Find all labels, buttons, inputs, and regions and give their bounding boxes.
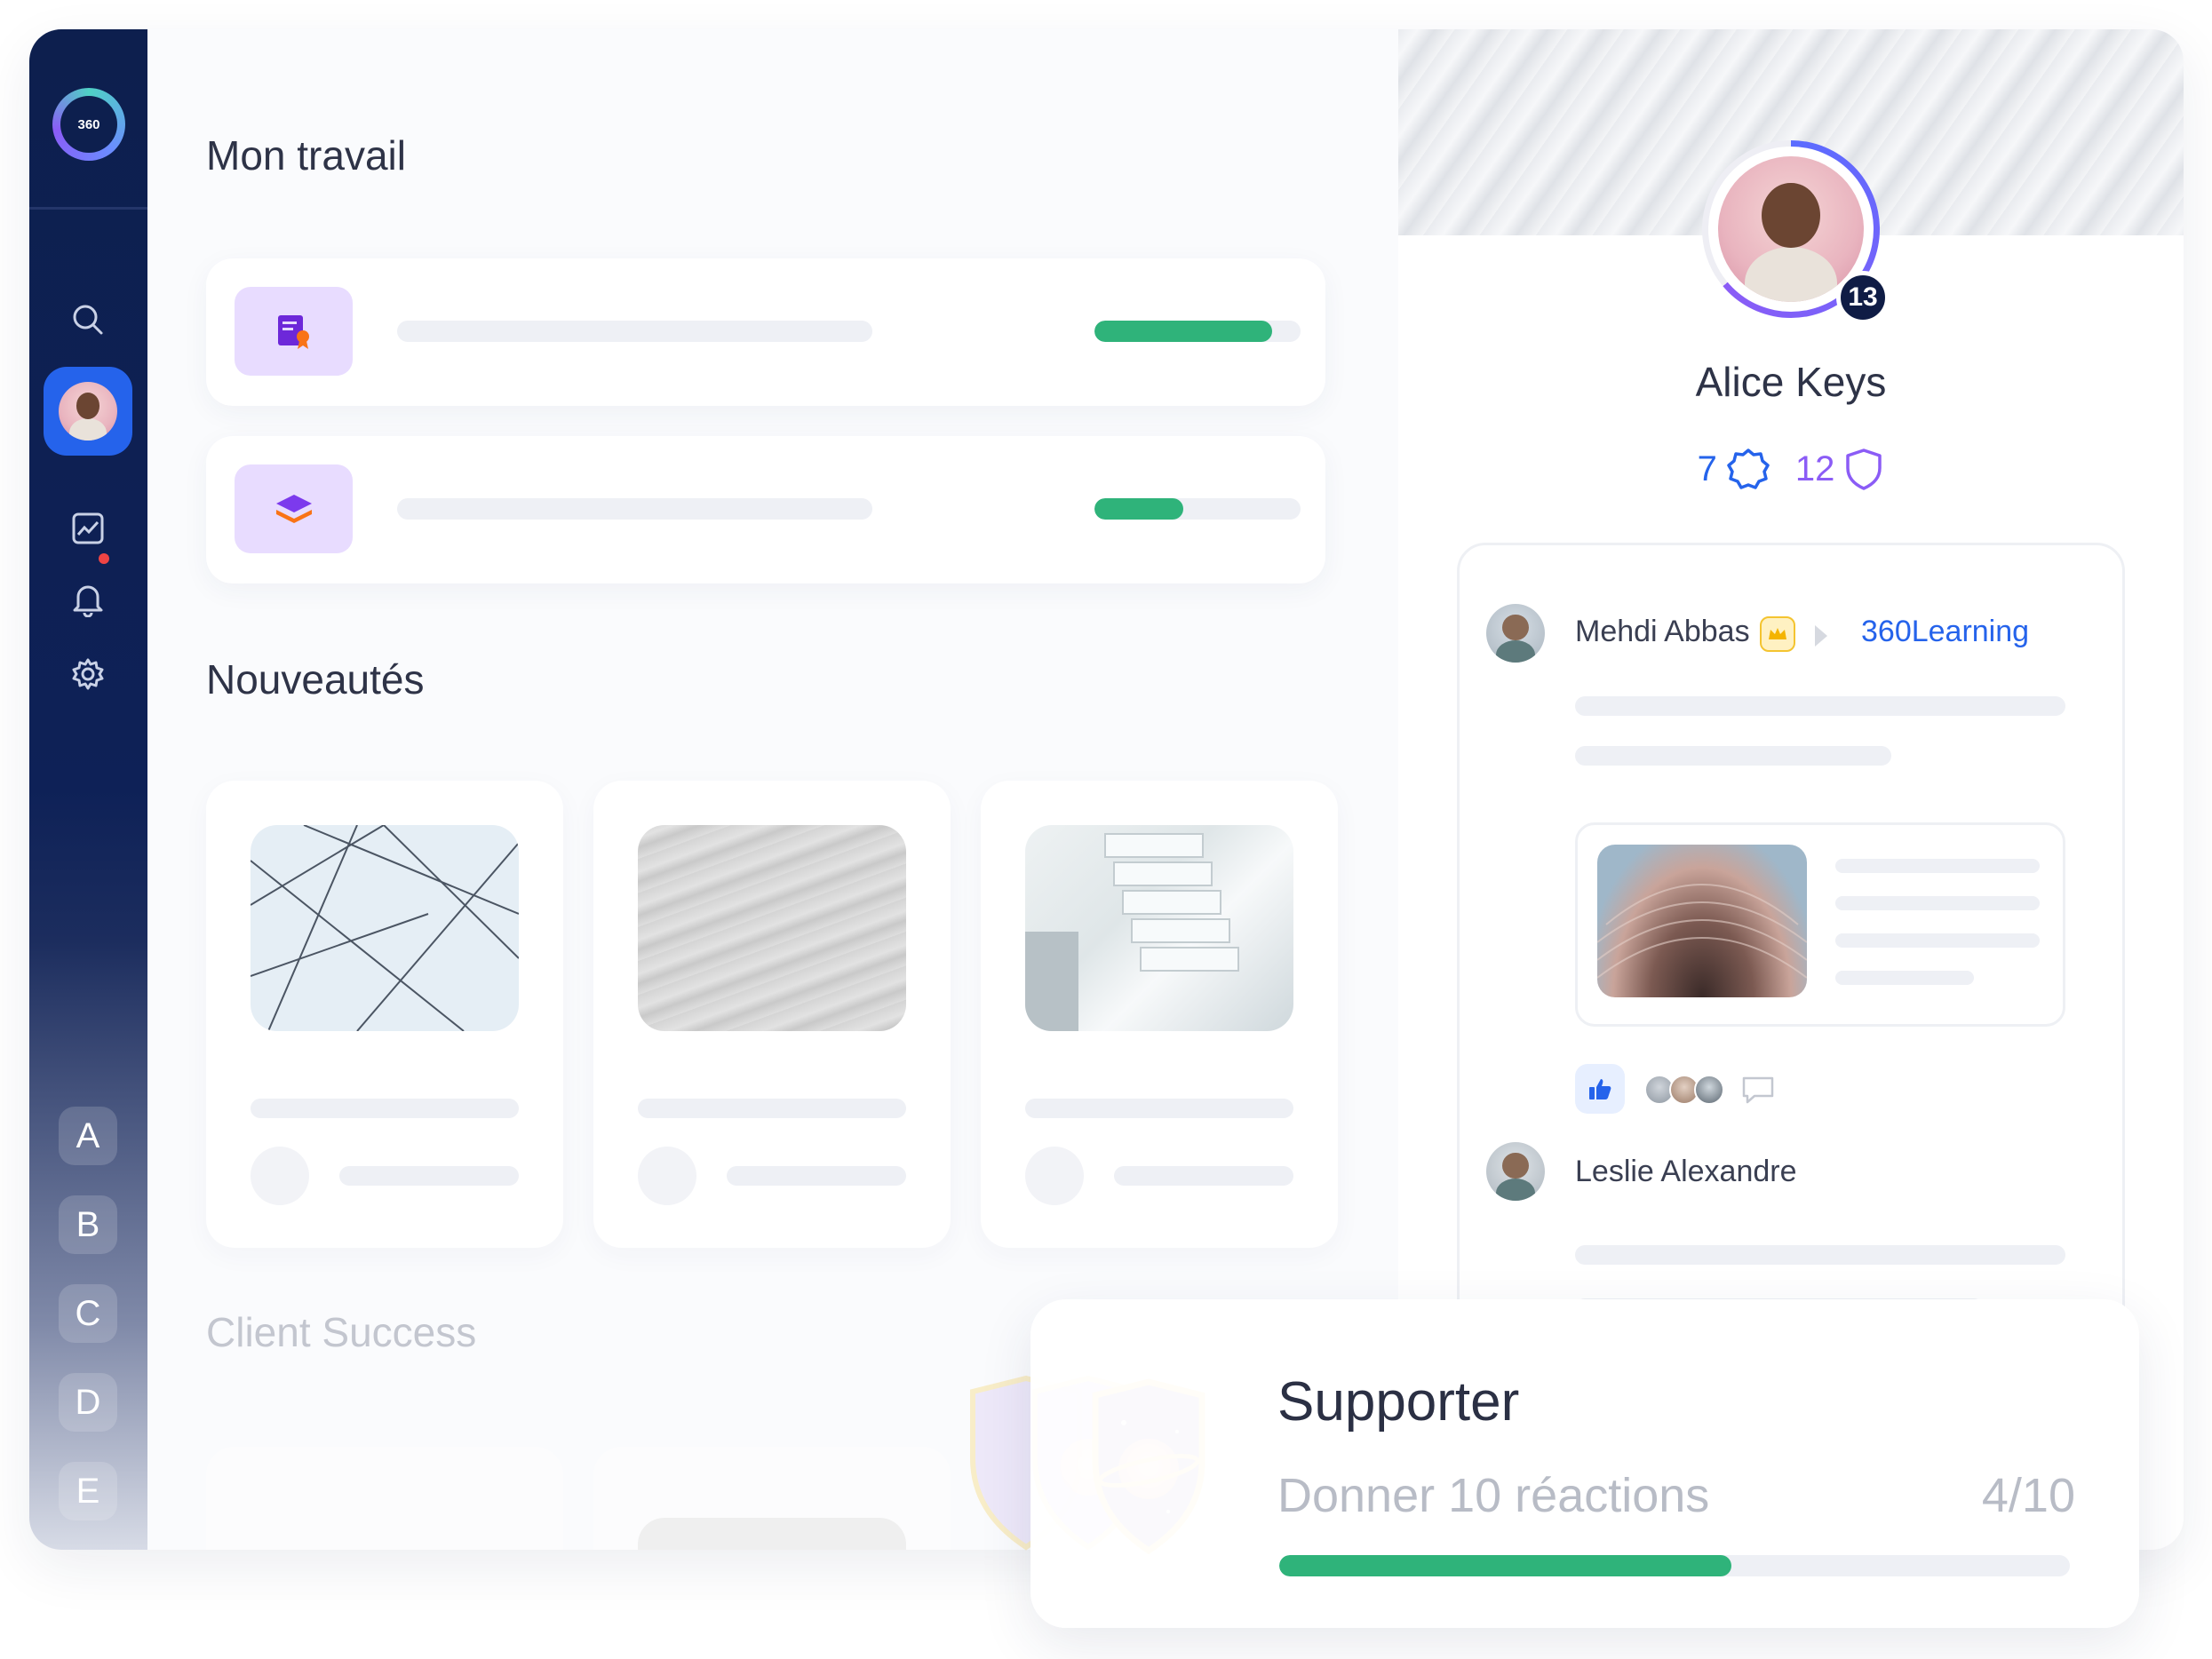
layers-icon: [235, 464, 353, 553]
work-section-title: Mon travail: [206, 132, 406, 179]
author-avatar[interactable]: [1486, 604, 1545, 663]
client-card[interactable]: [206, 1447, 563, 1550]
news-card[interactable]: [593, 781, 951, 1248]
group-a-button[interactable]: A: [59, 1107, 117, 1165]
news-meta-placeholder: [1114, 1166, 1293, 1186]
post-text-placeholder: [1575, 746, 1891, 766]
work-item-progress: [1094, 321, 1301, 342]
news-meta-placeholder: [727, 1166, 906, 1186]
news-title-placeholder: [1025, 1099, 1293, 1118]
attached-content-image: [1597, 845, 1807, 997]
news-thumbnail: [1025, 825, 1293, 1031]
achievement-count: 4/10: [1981, 1469, 2075, 1522]
gear-icon[interactable]: [68, 655, 107, 694]
crown-icon: [1760, 616, 1795, 652]
achievement-card[interactable]: Supporter Donner 10 réactions 4/10: [1030, 1299, 2139, 1628]
work-item-card[interactable]: [206, 436, 1325, 583]
sidebar-divider: [29, 207, 147, 210]
achievement-progress: [1279, 1555, 2070, 1576]
work-item-title-placeholder: [397, 321, 872, 342]
achievement-title: Supporter: [1277, 1371, 1520, 1433]
group-b-button[interactable]: B: [59, 1195, 117, 1254]
post-text-placeholder: [1575, 696, 2065, 716]
app-logo[interactable]: 360: [52, 88, 125, 161]
work-item-title-placeholder: [397, 498, 872, 520]
post-author[interactable]: Leslie Alexandre: [1575, 1155, 1797, 1189]
news-author-placeholder: [638, 1147, 696, 1205]
content-placeholder: [1835, 971, 1974, 985]
sidebar: 360 A B C D E: [29, 29, 147, 1550]
news-card[interactable]: [206, 781, 563, 1248]
avatar: [59, 382, 117, 441]
post-author[interactable]: Mehdi Abbas: [1575, 615, 1750, 649]
shield-icon: [1846, 448, 1882, 490]
achievement-progress-fill: [1279, 1555, 1732, 1576]
certificate-icon: [235, 287, 353, 376]
news-thumbnail: [251, 825, 519, 1031]
content-placeholder: [1835, 859, 2040, 873]
client-card[interactable]: [593, 1447, 951, 1550]
news-title-placeholder: [638, 1099, 906, 1118]
analytics-icon[interactable]: [68, 509, 107, 548]
reactor-avatar[interactable]: [1694, 1075, 1724, 1105]
badge-icon: [1727, 448, 1770, 489]
comment-icon[interactable]: [1740, 1075, 1776, 1109]
content-placeholder: [1835, 896, 2040, 910]
news-title-placeholder: [251, 1099, 519, 1118]
post-text-placeholder: [1575, 1245, 2065, 1265]
post-target-link[interactable]: 360Learning: [1861, 615, 2029, 649]
search-icon[interactable]: [68, 300, 107, 339]
logo-text: 360: [60, 96, 117, 153]
client-section-title: Client Success: [206, 1309, 477, 1355]
like-button[interactable]: [1575, 1064, 1625, 1114]
progress-fill: [1094, 498, 1183, 520]
content-placeholder: [1835, 933, 2040, 948]
news-section-title: Nouveautés: [206, 656, 425, 702]
badges-count: 7: [1697, 448, 1717, 488]
group-e-button[interactable]: E: [59, 1462, 117, 1520]
author-avatar[interactable]: [1486, 1142, 1545, 1201]
level-badge: 13: [1836, 271, 1890, 324]
group-c-button[interactable]: C: [59, 1284, 117, 1343]
thumbs-up-icon: [1589, 1079, 1611, 1099]
work-item-card[interactable]: [206, 258, 1325, 406]
work-item-progress: [1094, 498, 1301, 520]
attached-content-card[interactable]: [1575, 822, 2065, 1027]
notification-dot: [99, 553, 109, 564]
client-thumbnail: [638, 1518, 906, 1550]
profile-stats: 7 12: [1398, 447, 2184, 491]
shields-stat[interactable]: 12: [1795, 447, 1885, 491]
news-author-placeholder: [251, 1147, 309, 1205]
achievement-description: Donner 10 réactions: [1277, 1469, 1710, 1522]
profile-name: Alice Keys: [1695, 359, 1887, 405]
group-d-button[interactable]: D: [59, 1373, 117, 1432]
chevron-right-icon: [1815, 625, 1827, 647]
progress-fill: [1094, 321, 1272, 342]
badges-stat[interactable]: 7: [1698, 447, 1770, 491]
news-thumbnail: [638, 825, 906, 1031]
bell-icon[interactable]: [68, 580, 107, 619]
shields-count: 12: [1794, 448, 1835, 488]
news-meta-placeholder: [339, 1166, 519, 1186]
sidebar-profile-button[interactable]: [44, 367, 132, 456]
news-author-placeholder: [1025, 1147, 1084, 1205]
news-card[interactable]: [981, 781, 1338, 1248]
